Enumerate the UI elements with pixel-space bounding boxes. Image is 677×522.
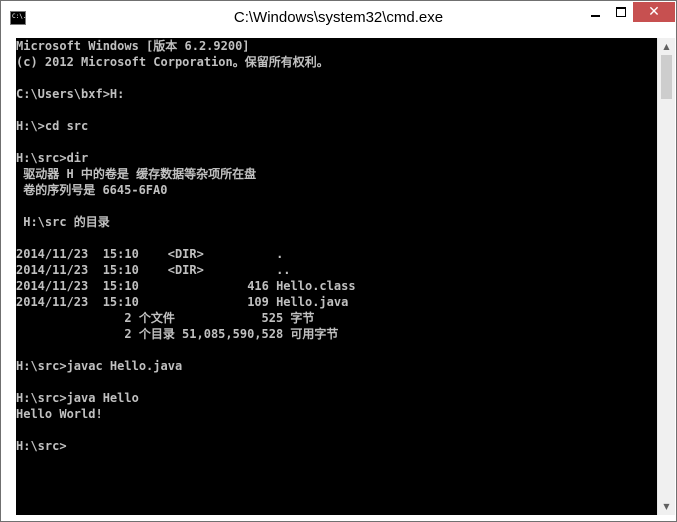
maximize-icon — [615, 7, 626, 17]
console-line: Hello World! — [16, 407, 103, 421]
minimize-button[interactable] — [582, 2, 608, 22]
close-icon: ✕ — [648, 4, 660, 20]
window-title: C:\Windows\system32\cmd.exe — [233, 9, 444, 26]
scroll-up-arrow-icon[interactable]: ▲ — [658, 38, 675, 55]
console-line: C:\Users\bxf>H: — [16, 87, 125, 101]
console-line: H:\src>javac Hello.java — [16, 359, 183, 373]
console-line: Microsoft Windows [版本 6.2.9200] — [16, 39, 250, 53]
console-line: H:\src>java Hello — [16, 391, 139, 405]
console-line: 2014/11/23 15:10 416 Hello.class — [16, 279, 356, 293]
console-line: 卷的序列号是 6645-6FA0 — [16, 183, 168, 197]
close-button[interactable]: ✕ — [633, 2, 675, 22]
minimize-icon — [590, 15, 600, 17]
console-line: H:\src> — [16, 439, 67, 453]
console-line: 2 个目录 51,085,590,528 可用字节 — [16, 327, 339, 341]
scrollbar-thumb[interactable] — [661, 55, 672, 99]
scroll-down-arrow-icon[interactable]: ▼ — [658, 498, 675, 515]
cmd-window: C:\. C:\Windows\system32\cmd.exe ✕ Micro… — [0, 0, 677, 522]
console-line: 2014/11/23 15:10 109 Hello.java — [16, 295, 349, 309]
console-line: (c) 2012 Microsoft Corporation。保留所有权利。 — [16, 55, 329, 69]
title-bar[interactable]: C:\. C:\Windows\system32\cmd.exe ✕ — [1, 1, 676, 37]
console-line: 2014/11/23 15:10 <DIR> .. — [16, 263, 291, 277]
console-line: 2014/11/23 15:10 <DIR> . — [16, 247, 284, 261]
maximize-button[interactable] — [608, 2, 633, 22]
console-output[interactable]: Microsoft Windows [版本 6.2.9200] (c) 2012 … — [16, 38, 657, 515]
console-line: 2 个文件 525 字节 — [16, 311, 315, 325]
vertical-scrollbar[interactable]: ▲ ▼ — [657, 38, 675, 515]
console-line: H:\src 的目录 — [16, 215, 110, 229]
console-line: H:\src>dir — [16, 151, 89, 165]
console-line: 驱动器 H 中的卷是 缓存数据等杂项所在盘 — [16, 167, 257, 181]
console-line: H:\>cd src — [16, 119, 89, 133]
window-bottom-border — [1, 515, 676, 521]
